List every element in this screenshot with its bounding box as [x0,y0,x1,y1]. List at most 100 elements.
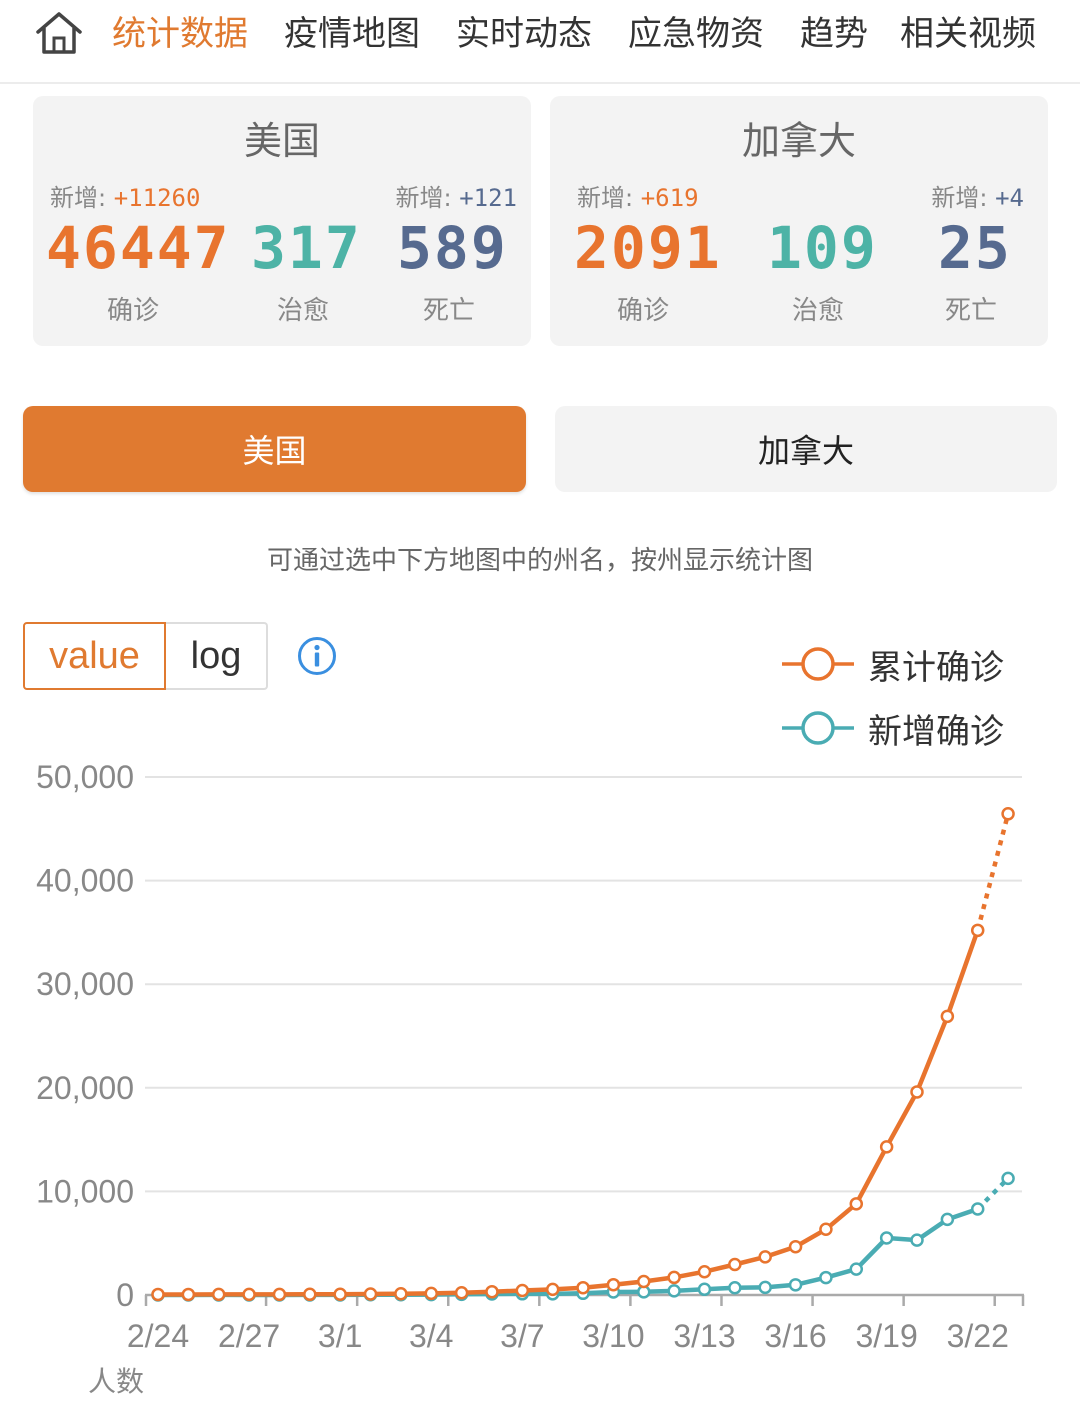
data-point-cumulative [394,1286,408,1301]
card-title: 美国 [243,119,320,163]
data-point-cumulative [272,1287,287,1302]
x-tick-label: 3/1 [318,1318,362,1354]
data-point-cumulative [333,1287,347,1301]
deaths-count: 25 [938,214,1012,282]
data-point-cumulative [485,1284,499,1299]
line-chart: 0 10,000 20,000 30,000 40,000 50,000 2/24 2/27 3… [36,759,1025,1354]
new-deaths-label: 新增: +4 [931,184,1024,212]
deaths-label: 死亡 [945,296,998,326]
scale-log-button[interactable]: log [166,622,268,690]
scale-toggle: value log [23,622,268,690]
stat-card-us: 美国 新增: +11260 新增: +121 46447 317 589 确诊 … [33,96,531,346]
y-tick-label: 20,000 [36,1070,134,1106]
country-tab-ca[interactable]: 加拿大 [555,406,1057,492]
x-tick-label: 3/16 [764,1318,826,1354]
data-point-cumulative [849,1197,864,1211]
recovered-count: 109 [767,214,878,282]
data-point-new [1001,1171,1015,1186]
legend-label-cumulative: 累计确诊 [868,647,1004,688]
data-point-cumulative [637,1274,651,1289]
data-point-new [788,1278,803,1292]
data-point-new [970,1202,985,1216]
info-icon[interactable] [297,636,337,676]
stat-card-ca: 加拿大 新增: +619 新增: +4 2091 109 25 确诊 治愈 死亡 [550,96,1048,346]
scale-value-button[interactable]: value [23,622,166,690]
data-point-cumulative [606,1277,621,1292]
confirmed-count: 2091 [574,214,722,282]
recovered-label: 治愈 [792,296,845,326]
data-point-cumulative [424,1286,438,1301]
data-point-cumulative [181,1287,196,1302]
new-confirmed-value: +619 [640,184,699,212]
data-point-new [758,1280,772,1295]
data-point-new [667,1284,681,1298]
new-confirmed-label: 新增: +11260 [50,184,201,212]
x-tick-label: 3/4 [409,1318,453,1354]
data-point-cumulative [697,1264,712,1279]
nav-tab-supplies[interactable]: 应急物资 [628,12,764,56]
data-point-cumulative [970,923,985,938]
data-point-cumulative [879,1140,894,1154]
data-point-cumulative [151,1287,165,1302]
legend-item-cumulative[interactable]: 累计确诊 [782,642,1004,688]
new-deaths-value: +121 [459,184,517,212]
new-confirmed-label: 新增: +619 [577,184,699,212]
y-tick-label: 10,000 [36,1173,134,1209]
data-point-new [697,1282,712,1297]
deaths-count: 589 [397,214,508,282]
recovered-label: 治愈 [277,296,330,326]
series-line-dotted-cumulative [975,813,1011,931]
y-tick-label: 0 [116,1277,134,1313]
nav-tab-map[interactable]: 疫情地图 [284,12,420,56]
data-point-cumulative [363,1287,378,1301]
data-point-cumulative [910,1085,924,1099]
deaths-label: 死亡 [423,296,476,326]
data-point-cumulative [454,1285,469,1300]
confirmed-label: 确诊 [107,296,160,326]
data-point-cumulative [545,1282,560,1297]
data-point-cumulative [728,1257,742,1272]
y-tick-label: 50,000 [36,759,134,795]
x-tick-label: 3/7 [500,1318,544,1354]
data-point-cumulative [1001,807,1015,821]
x-tick-label: 2/24 [127,1318,189,1354]
data-point-new [910,1233,924,1247]
new-deaths-value: +4 [995,184,1024,212]
data-point-new [879,1231,894,1245]
data-point-new [819,1270,833,1285]
new-confirmed-value: +11260 [113,184,201,212]
data-point-cumulative [667,1270,681,1285]
new-deaths-label: 新增: +121 [395,184,517,212]
data-point-cumulative [788,1239,803,1254]
data-point-cumulative [819,1222,833,1237]
data-point-cumulative [758,1250,772,1264]
data-point-cumulative [211,1287,226,1302]
x-tick-label: 3/19 [855,1318,917,1354]
top-nav: 统计数据 疫情地图 实时动态 应急物资 趋势 相关视频 [0,0,1080,84]
data-point-new [728,1281,742,1295]
data-point-cumulative [940,1009,955,1024]
legend-marker-cumulative [782,647,854,681]
x-tick-label: 3/22 [947,1318,1009,1354]
nav-tab-trend[interactable]: 趋势 [800,12,868,56]
recovered-count: 317 [251,214,362,282]
x-tick-label: 3/10 [582,1318,644,1354]
x-tick-label: 3/13 [673,1318,735,1354]
data-point-new [940,1212,955,1227]
data-point-cumulative [242,1287,256,1302]
country-tab-us[interactable]: 美国 [23,406,526,492]
card-title: 加拿大 [741,119,856,163]
map-hint-text: 可通过选中下方地图中的州名，按州显示统计图 [266,546,813,576]
data-point-new [849,1262,864,1276]
y-tick-label: 40,000 [36,863,134,899]
confirmed-count: 46447 [46,214,231,282]
nav-tab-live[interactable]: 实时动态 [456,12,592,56]
data-point-cumulative [303,1287,317,1302]
nav-tab-videos[interactable]: 相关视频 [900,12,1036,56]
data-point-cumulative [576,1280,590,1295]
nav-tab-stats[interactable]: 统计数据 [112,12,248,56]
confirmed-label: 确诊 [617,296,670,326]
home-icon[interactable] [34,10,84,56]
y-tick-label: 30,000 [36,966,134,1002]
data-point-cumulative [515,1283,530,1298]
